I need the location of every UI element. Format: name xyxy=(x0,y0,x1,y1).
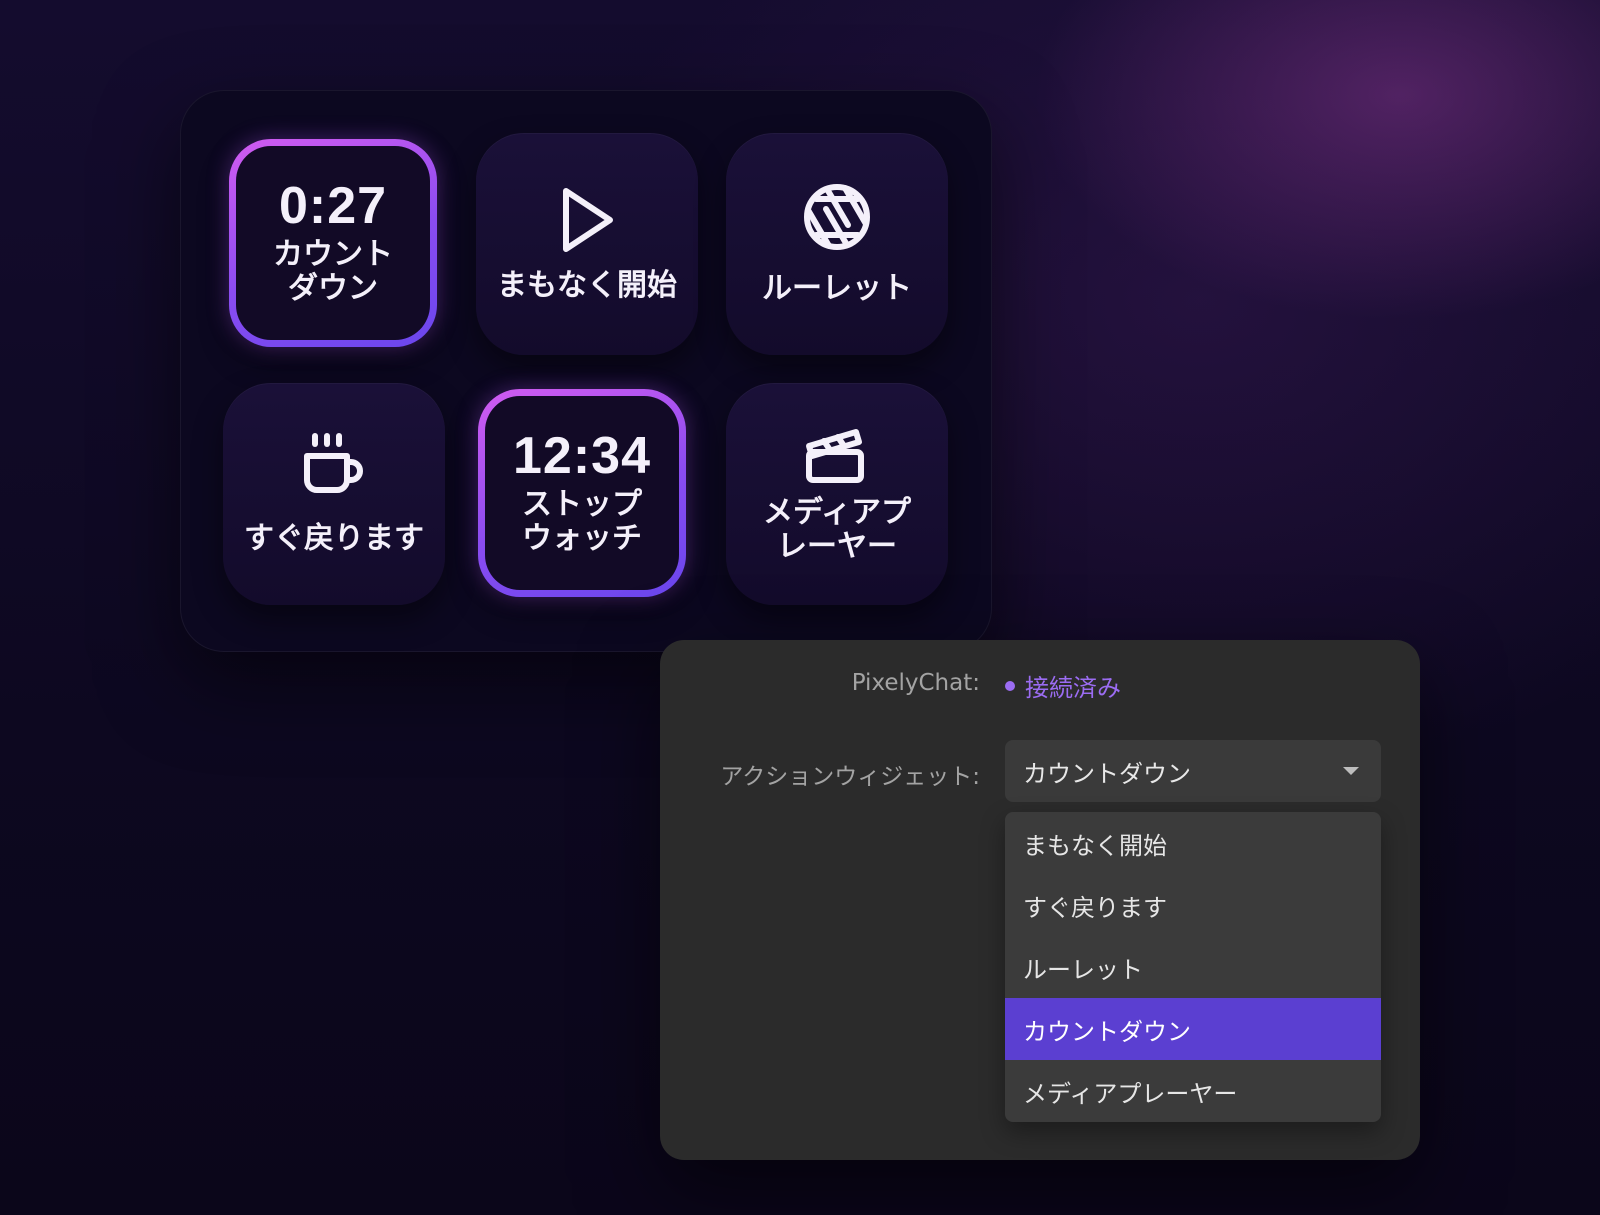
play-icon xyxy=(563,188,613,252)
key-be-right-back[interactable]: すぐ戻ります xyxy=(223,383,445,605)
dropdown-option[interactable]: まもなく開始 xyxy=(1005,812,1381,874)
status-dot-icon xyxy=(1005,680,1015,691)
widget-select-value: カウントダウン xyxy=(1023,759,1191,788)
key-label: まもなく開始 xyxy=(497,268,677,303)
stream-deck-panel: 0:27 カウント ダウン まもなく開始 ルーレット すぐ戻ります 12:34 … xyxy=(180,90,992,652)
aperture-icon xyxy=(804,184,870,250)
coffee-cup-icon xyxy=(304,433,363,493)
chevron-down-icon xyxy=(1343,767,1359,775)
key-starting-soon[interactable]: まもなく開始 xyxy=(476,133,698,355)
dropdown-option[interactable]: メディアプレーヤー xyxy=(1005,1060,1381,1122)
dropdown-option-selected[interactable]: カウントダウン xyxy=(1005,998,1381,1060)
key-label: カウント ダウン xyxy=(273,237,393,306)
widget-dropdown-list: まもなく開始 すぐ戻ります ルーレット カウントダウン メディアプレーヤー xyxy=(1005,812,1381,1122)
key-label: メディアプ レーヤー xyxy=(763,495,911,564)
key-label: すぐ戻ります xyxy=(244,521,424,556)
settings-panel: PixelyChat: 接続済み アクションウィジェット: カウントダウン まも… xyxy=(660,640,1420,1160)
countdown-time: 0:27 xyxy=(278,177,388,235)
stopwatch-time: 12:34 xyxy=(513,427,651,485)
connection-status: 接続済み xyxy=(1005,668,1121,703)
clapperboard-icon xyxy=(806,429,864,483)
key-label: ルーレット xyxy=(762,271,912,306)
key-media-player[interactable]: メディアプ レーヤー xyxy=(726,383,948,605)
widget-label: アクションウィジェット: xyxy=(720,764,980,790)
dropdown-option[interactable]: ルーレット xyxy=(1005,936,1381,998)
key-roulette[interactable]: ルーレット xyxy=(726,133,948,355)
key-stopwatch[interactable]: 12:34 ストップ ウォッチ xyxy=(478,389,686,597)
key-countdown[interactable]: 0:27 カウント ダウン xyxy=(229,139,437,347)
widget-select[interactable]: カウントダウン xyxy=(1005,740,1381,802)
connection-label: PixelyChat: xyxy=(851,670,980,696)
dropdown-option[interactable]: すぐ戻ります xyxy=(1005,874,1381,936)
connection-status-text: 接続済み xyxy=(1025,674,1121,702)
key-label: ストップ ウォッチ xyxy=(522,487,642,556)
